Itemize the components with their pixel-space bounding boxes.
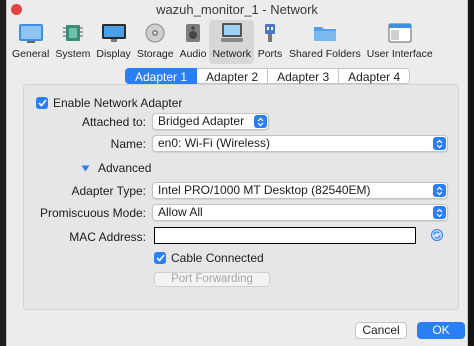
toolbar-label-user-interface: User Interface [366, 48, 433, 60]
port-forwarding-button[interactable]: Port Forwarding [154, 272, 270, 287]
attached-to-select[interactable]: Bridged Adapter [152, 113, 269, 130]
select-arrows-icon [433, 206, 446, 219]
toolbar-label-system: System [55, 48, 91, 60]
promiscuous-mode-label: Promiscuous Mode: [39, 206, 146, 220]
general-icon [18, 21, 44, 45]
ports-plug-icon [257, 21, 283, 45]
refresh-mac-icon[interactable] [430, 228, 444, 242]
enable-adapter-checkbox[interactable] [36, 97, 48, 109]
window-title: wazuh_monitor_1 - Network [156, 2, 318, 17]
tab-adapter-1[interactable]: Adapter 1 [125, 68, 198, 84]
promiscuous-mode-value: Allow All [158, 205, 203, 219]
cable-connected-row[interactable]: Cable Connected [154, 251, 264, 265]
toolbar-item-storage[interactable]: Storage [134, 20, 177, 64]
enable-adapter-row[interactable]: Enable Network Adapter [36, 96, 182, 110]
cable-connected-label: Cable Connected [171, 251, 264, 265]
toolbar-item-ports[interactable]: Ports [254, 20, 286, 64]
ok-button[interactable]: OK [417, 322, 465, 339]
name-select[interactable]: en0: Wi-Fi (Wireless) [152, 135, 448, 152]
toolbar-label-display: Display [96, 48, 131, 60]
attached-to-label: Attached to: [81, 115, 146, 129]
advanced-label: Advanced [98, 161, 152, 175]
adapter-tabs: Adapter 1 Adapter 2 Adapter 3 Adapter 4 [125, 68, 411, 84]
select-arrows-icon [433, 184, 446, 197]
name-label: Name: [110, 137, 146, 151]
toolbar-label-network: Network [212, 48, 251, 60]
cable-connected-checkbox[interactable] [154, 252, 166, 264]
select-arrows-icon [433, 137, 446, 150]
tab-adapter-3[interactable]: Adapter 3 [268, 68, 340, 84]
tab-adapter-2[interactable]: Adapter 2 [197, 68, 269, 84]
adapter-type-value: Intel PRO/1000 MT Desktop (82540EM) [158, 183, 371, 197]
toolbar-item-audio[interactable]: Audio [177, 20, 210, 64]
toolbar-label-storage: Storage [136, 48, 174, 60]
checkmark-icon [37, 99, 47, 107]
settings-window: wazuh_monitor_1 - Network General System… [6, 0, 468, 346]
toolbar-label-shared-folders: Shared Folders [288, 48, 361, 60]
name-value: en0: Wi-Fi (Wireless) [158, 136, 271, 150]
adapter-type-select[interactable]: Intel PRO/1000 MT Desktop (82540EM) [152, 182, 448, 199]
checkmark-icon [155, 254, 165, 262]
toolbar-item-shared-folders[interactable]: Shared Folders [286, 20, 364, 64]
enable-adapter-label: Enable Network Adapter [53, 96, 183, 110]
cancel-button[interactable]: Cancel [355, 322, 407, 339]
settings-toolbar: General System Display Storage Audio Net… [7, 20, 467, 66]
toolbar-item-network[interactable]: Network [209, 20, 254, 64]
toolbar-item-general[interactable]: General [9, 20, 52, 64]
storage-disk-icon [142, 21, 168, 45]
background-window-edge-right [468, 0, 474, 346]
user-interface-window-icon [387, 21, 413, 45]
select-arrows-icon [254, 115, 267, 128]
adapter-panel: Enable Network Adapter Attached to: Brid… [23, 84, 459, 310]
system-chip-icon [60, 21, 86, 45]
mac-address-label: MAC Address: [69, 230, 146, 244]
promiscuous-mode-select[interactable]: Allow All [152, 204, 448, 221]
mac-address-input[interactable] [154, 227, 416, 244]
toolbar-label-ports: Ports [257, 48, 283, 60]
toolbar-item-system[interactable]: System [52, 20, 93, 64]
attached-to-value: Bridged Adapter [158, 114, 245, 128]
tab-adapter-4[interactable]: Adapter 4 [339, 68, 411, 84]
audio-speaker-icon [180, 21, 206, 45]
display-monitor-icon [101, 21, 127, 45]
advanced-disclosure[interactable]: Advanced [81, 161, 151, 175]
toolbar-label-audio: Audio [179, 48, 207, 60]
toolbar-label-general: General [12, 48, 50, 60]
shared-folder-icon [312, 21, 338, 45]
network-globe-icon [219, 21, 245, 45]
toolbar-item-display[interactable]: Display [93, 20, 133, 64]
toolbar-item-user-interface[interactable]: User Interface [364, 20, 436, 64]
disclosure-triangle-icon [81, 165, 90, 171]
adapter-type-label: Adapter Type: [71, 184, 147, 198]
